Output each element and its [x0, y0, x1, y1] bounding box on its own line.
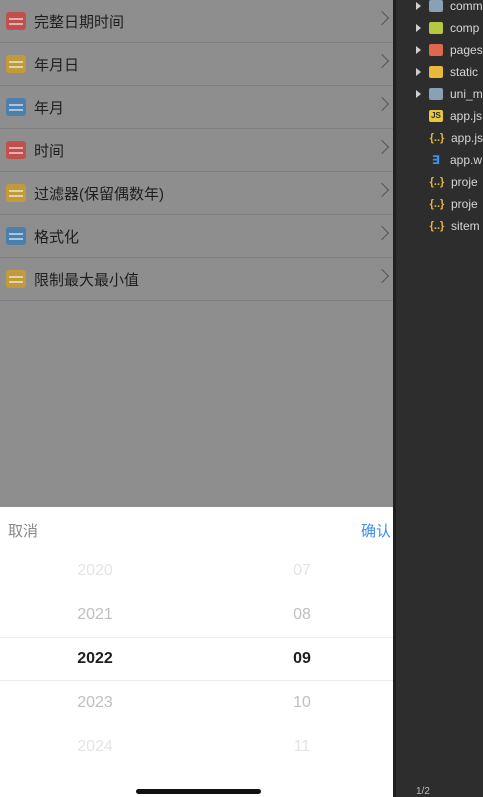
folder-icon	[429, 0, 443, 12]
year-option[interactable]: 2022	[35, 637, 155, 681]
calendar-clock-icon	[6, 12, 26, 30]
json-file-icon: {..}	[429, 198, 445, 210]
css-file-icon: ∃	[431, 153, 441, 167]
tree-item-name: pages	[450, 43, 483, 57]
list-item[interactable]: 过滤器(保留偶数年)	[0, 172, 393, 215]
caret-right-icon	[416, 2, 421, 10]
tree-item-name: proje	[451, 175, 478, 189]
list-item-label: 完整日期时间	[34, 13, 125, 31]
static-folder-icon	[429, 66, 443, 78]
caret-right-icon	[416, 24, 421, 32]
tree-item-name: app.w	[450, 153, 483, 167]
calendar-format-icon	[6, 227, 26, 245]
tree-file[interactable]: {..} proje	[396, 193, 483, 215]
demo-list: 完整日期时间 年月日年月时间过滤器(保留偶数年) 格式化限制最大最小值	[0, 0, 393, 301]
month-option[interactable]: 11	[242, 725, 362, 769]
list-item[interactable]: 限制最大最小值	[0, 258, 393, 301]
tree-folder[interactable]: comm	[396, 0, 483, 17]
json-file-icon: {..}	[429, 220, 445, 232]
chevron-right-icon	[374, 139, 390, 155]
month-option[interactable]: 09	[242, 637, 362, 681]
list-item[interactable]: 年月日	[0, 43, 393, 86]
chevron-right-icon	[374, 268, 390, 284]
list-item-label: 限制最大最小值	[34, 271, 140, 289]
list-item[interactable]: 年月	[0, 86, 393, 129]
month-option[interactable]: 07	[242, 549, 362, 593]
caret-right-icon	[416, 68, 421, 76]
tree-item-name: app.js	[450, 131, 483, 145]
list-item-label: 年月日	[34, 56, 80, 74]
tree-file[interactable]: {..} app.js	[396, 127, 483, 149]
picker-wheel[interactable]: 2020 2021 2022 2023 2024 07 08 09 10 11	[0, 549, 393, 773]
confirm-button[interactable]: 确认	[361, 520, 391, 541]
folder-icon	[429, 88, 443, 100]
clock-icon	[6, 141, 26, 159]
chevron-right-icon	[374, 53, 390, 69]
file-explorer: comm comp pages static uni_m JS app.js {..} app.…	[396, 0, 483, 797]
tree-item-name: app.js	[450, 109, 483, 123]
json-file-icon: {..}	[429, 176, 445, 188]
tree-folder[interactable]: pages	[396, 39, 483, 61]
tree-item-name: static	[450, 65, 479, 79]
home-indicator	[136, 789, 261, 794]
components-folder-icon	[429, 22, 443, 34]
year-option[interactable]: 2020	[35, 549, 155, 593]
date-picker-sheet: 取消 确认 2020 2021 2022 2023 2024 07 08 09 10 11	[0, 507, 393, 797]
phone-preview: 完整日期时间 年月日年月时间过滤器(保留偶数年) 格式化限制最大最小值 取消 确认 …	[0, 0, 393, 797]
tree-file[interactable]: {..} sitem	[396, 215, 483, 237]
chevron-right-icon	[374, 10, 390, 26]
year-option[interactable]: 2021	[35, 593, 155, 637]
list-item[interactable]: 完整日期时间	[0, 0, 393, 43]
list-item-label: 时间	[34, 142, 65, 160]
list-item-label: 年月	[34, 99, 65, 117]
tree-item-name: proje	[451, 197, 478, 211]
chevron-right-icon	[374, 182, 390, 198]
caret-right-icon	[416, 46, 421, 54]
caret-right-icon	[416, 90, 421, 98]
list-item-label: 过滤器(保留偶数年)	[34, 185, 164, 203]
month-option[interactable]: 08	[242, 593, 362, 637]
list-item-label: 格式化	[34, 228, 80, 246]
tree-folder[interactable]: uni_m	[396, 83, 483, 105]
tree-folder[interactable]: static	[396, 61, 483, 83]
year-option[interactable]: 2023	[35, 681, 155, 725]
list-item[interactable]: 时间	[0, 129, 393, 172]
chevron-right-icon	[374, 96, 390, 112]
tree-file[interactable]: {..} proje	[396, 171, 483, 193]
tree-file[interactable]: ∃ app.w	[396, 149, 483, 171]
month-option[interactable]: 10	[242, 681, 362, 725]
tree-item-name: sitem	[451, 219, 480, 233]
tree-folder[interactable]: comp	[396, 17, 483, 39]
json-file-icon: {..}	[429, 132, 445, 144]
tree-file[interactable]: JS app.js	[396, 105, 483, 127]
tree-item-name: comp	[450, 21, 480, 35]
tree-item-name: comm	[450, 0, 483, 13]
js-file-icon: JS	[429, 110, 443, 122]
list-item[interactable]: 格式化	[0, 215, 393, 258]
explorer-bottom-label: 1/2	[416, 786, 430, 797]
year-column[interactable]: 2020 2021 2022 2023 2024	[35, 549, 155, 769]
calendar-limit-icon	[6, 270, 26, 288]
calendar-month-icon	[6, 98, 26, 116]
chevron-right-icon	[374, 225, 390, 241]
calendar-grid-icon	[6, 55, 26, 73]
tree-item-name: uni_m	[450, 87, 483, 101]
month-column[interactable]: 07 08 09 10 11	[242, 549, 362, 769]
cancel-button[interactable]: 取消	[8, 520, 38, 541]
calendar-filter-icon	[6, 184, 26, 202]
pages-folder-icon	[429, 44, 443, 56]
year-option[interactable]: 2024	[35, 725, 155, 769]
picker-toolbar: 取消 确认	[0, 507, 393, 551]
